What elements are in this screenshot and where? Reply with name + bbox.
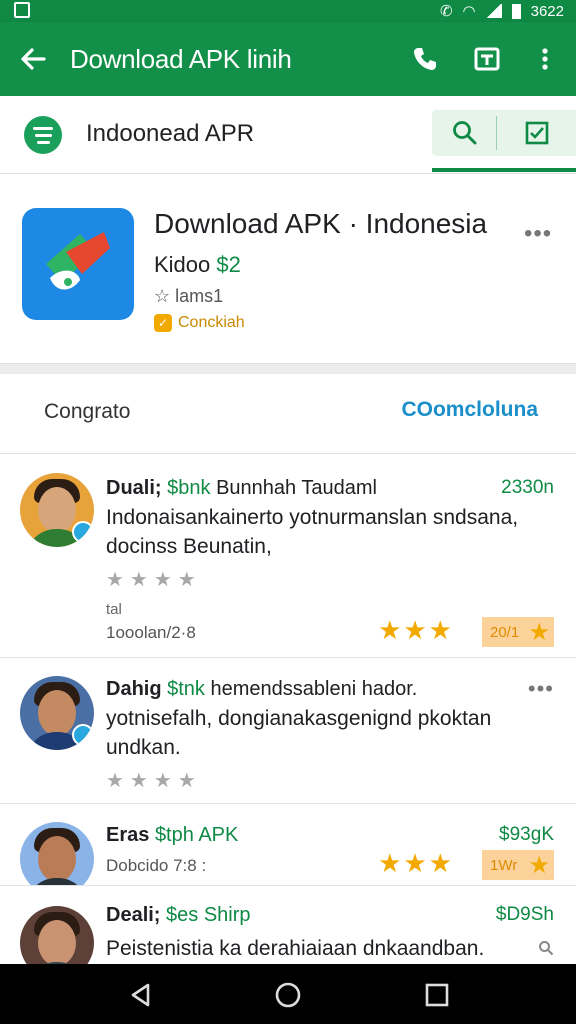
grey-stars: ★★★★ bbox=[106, 770, 202, 792]
arrow-back-icon[interactable] bbox=[18, 44, 48, 74]
review-highlight: $tph bbox=[154, 824, 194, 846]
app-bar-title: Download APK linih bbox=[70, 44, 292, 74]
score-badge: 20/1 ★ bbox=[482, 617, 554, 647]
status-time: 3622 bbox=[530, 2, 564, 20]
review-highlight: $es bbox=[166, 904, 199, 926]
signal-icon bbox=[485, 4, 502, 18]
search-input[interactable]: Indoonead APR bbox=[86, 120, 254, 148]
review-title: Duali; $bnk Bunnhah Taudaml bbox=[106, 477, 377, 500]
reviews-header: Congrato COomcloluna bbox=[0, 374, 576, 454]
reviewer-name: Eras bbox=[106, 824, 150, 846]
back-triangle-icon[interactable] bbox=[126, 980, 156, 1010]
avatar[interactable] bbox=[20, 822, 94, 885]
avatar-face bbox=[38, 836, 76, 882]
reviewer-name: Deali; bbox=[106, 904, 161, 926]
badge-icon: ✓ bbox=[154, 314, 172, 332]
review-text: yotnisefalh, dongianakasgenignd pkoktan … bbox=[106, 707, 492, 759]
review-highlight: $bnk bbox=[167, 477, 211, 499]
search-small-icon[interactable] bbox=[538, 940, 554, 956]
check-box-icon[interactable] bbox=[524, 120, 550, 146]
active-tab-indicator bbox=[432, 168, 576, 172]
app-icon[interactable] bbox=[22, 208, 134, 320]
avatar-face bbox=[38, 690, 76, 736]
gold-stars: ★★★ bbox=[378, 615, 454, 645]
status-bar: ✆ ◠ 3622 bbox=[0, 0, 576, 22]
avatar[interactable] bbox=[20, 906, 94, 964]
review-amount: 2330n bbox=[501, 477, 554, 498]
reviews-link[interactable]: COomcloluna bbox=[401, 398, 538, 422]
star-icon: ★ bbox=[528, 618, 550, 646]
review-title-rest: APK bbox=[198, 824, 239, 846]
app-name: Download APK · Indonesia bbox=[154, 208, 488, 239]
review-title-rest: Shirp bbox=[203, 904, 251, 926]
developer-highlight: $2 bbox=[216, 252, 241, 277]
app-bar: Download APK linih bbox=[0, 22, 576, 96]
status-icons: ✆ ◠ 3622 bbox=[439, 2, 564, 21]
review-item[interactable]: Deali; $es Shirp $D9Sh Peistenistia ka d… bbox=[0, 886, 576, 964]
score-value: 20/1 bbox=[490, 623, 520, 641]
review-item[interactable]: Duali; $bnk Bunnhah Taudaml 2330n Indona… bbox=[0, 455, 576, 658]
home-circle-icon[interactable] bbox=[273, 980, 303, 1010]
search-bar: Indoonead APR bbox=[0, 96, 576, 174]
reviewer-name: Dahig bbox=[106, 678, 162, 700]
avatar[interactable] bbox=[20, 473, 94, 547]
app-badge: ✓ Conckiah bbox=[154, 314, 245, 332]
review-date: Dobcido 7:8 : bbox=[106, 856, 207, 875]
developer-name: Kidoo bbox=[154, 252, 211, 277]
score-value: 1Wr bbox=[490, 856, 518, 874]
translate-icon[interactable] bbox=[470, 42, 504, 76]
star-icon: ★ bbox=[528, 851, 550, 879]
phone-icon[interactable] bbox=[408, 42, 442, 76]
grey-stars: ★★★★ bbox=[106, 569, 202, 591]
verified-icon bbox=[72, 521, 94, 543]
gold-stars: ★★★ bbox=[378, 848, 454, 878]
more-vert-icon[interactable] bbox=[528, 42, 562, 76]
reviews-label: Congrato bbox=[44, 400, 131, 423]
reviewer-name: Duali; bbox=[106, 477, 162, 499]
rating-text: lams1 bbox=[175, 286, 224, 306]
notification-icon bbox=[14, 2, 30, 18]
review-date: 1ooolan/2·8 bbox=[106, 623, 196, 642]
section-divider bbox=[0, 364, 576, 374]
badge-label: Conckiah bbox=[178, 314, 245, 331]
search-actions bbox=[432, 110, 576, 156]
search-icon[interactable] bbox=[452, 120, 478, 146]
star-outline-icon: ☆ bbox=[154, 286, 171, 306]
review-amount: $93gK bbox=[499, 824, 554, 845]
recents-square-icon[interactable] bbox=[422, 980, 452, 1010]
avatar-face bbox=[38, 487, 76, 533]
app-developer[interactable]: Kidoo $2 bbox=[154, 252, 241, 278]
battery-icon bbox=[511, 3, 521, 19]
score-badge: 1Wr ★ bbox=[482, 850, 554, 880]
wifi-icon: ◠ bbox=[462, 3, 476, 20]
avatar-shirt bbox=[26, 878, 88, 885]
app-more-button[interactable]: ••• bbox=[524, 220, 552, 248]
review-item[interactable]: Dahig $tnk hemendssableni hador. ••• yot… bbox=[0, 658, 576, 804]
review-title-rest: hemendssableni hador. bbox=[210, 678, 418, 700]
review-more-button[interactable]: ••• bbox=[528, 676, 554, 702]
review-title: Deali; $es Shirp bbox=[106, 904, 251, 927]
review-amount: $D9Sh bbox=[495, 904, 554, 925]
avatar-face bbox=[38, 920, 76, 964]
review-title: Dahig $tnk hemendssableni hador. bbox=[106, 678, 417, 701]
review-title: Eras $tph APK bbox=[106, 824, 238, 847]
app-rating: ☆ lams1 bbox=[154, 286, 223, 307]
app-header-card: Download APK · Indonesia Kidoo $2 ☆ lams… bbox=[0, 174, 576, 364]
system-nav-bar bbox=[0, 964, 576, 1024]
review-highlight: $tnk bbox=[167, 678, 205, 700]
actions-divider bbox=[496, 116, 497, 150]
verified-icon bbox=[72, 724, 94, 746]
store-logo-icon bbox=[24, 116, 62, 154]
review-title-rest: Bunnhah Taudaml bbox=[216, 477, 377, 499]
review-text: Peistenistia ka derahiaiaan dnkaandban. bbox=[106, 937, 485, 960]
review-meta: tal bbox=[106, 601, 122, 618]
avatar[interactable] bbox=[20, 676, 94, 750]
vibrate-icon: ✆ bbox=[439, 3, 453, 20]
review-item[interactable]: Eras $tph APK $93gK Dobcido 7:8 : ★★★ 1W… bbox=[0, 804, 576, 886]
review-text: Indonaisankainerto yotnurmanslan sndsana… bbox=[106, 506, 519, 558]
